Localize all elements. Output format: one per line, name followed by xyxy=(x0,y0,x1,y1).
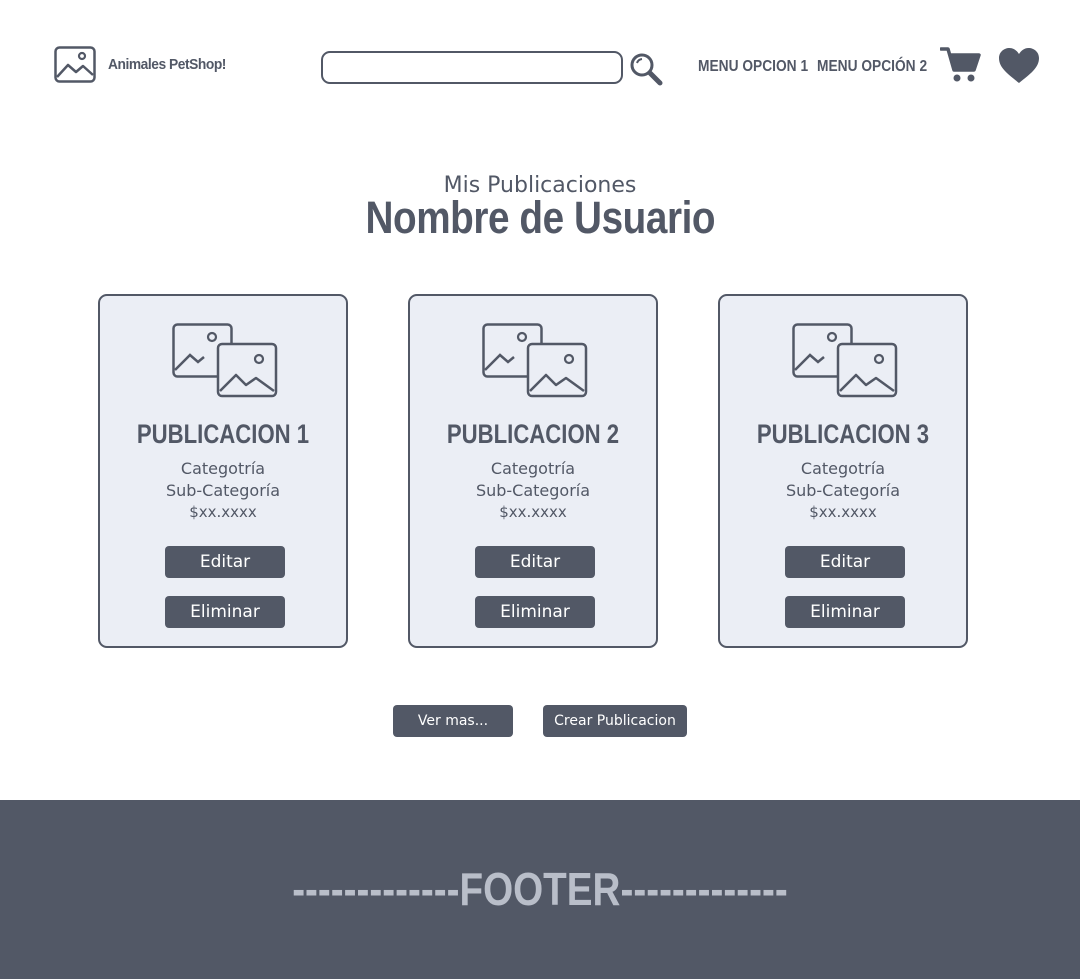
card-price: $xx.xxxx xyxy=(809,503,877,521)
edit-button[interactable]: Editar xyxy=(475,546,595,578)
brand-name[interactable]: Animales PetShop! xyxy=(108,56,226,73)
search-icon[interactable] xyxy=(629,52,663,86)
site-header: Animales PetShop! MENU OPCION 1 MENU OPC… xyxy=(0,0,1080,130)
card-subcategory: Sub-Categoría xyxy=(165,481,281,500)
images-icon xyxy=(172,323,278,398)
edit-button[interactable]: Editar xyxy=(785,546,905,578)
see-more-button[interactable]: Ver mas... xyxy=(393,705,513,737)
edit-button[interactable]: Editar xyxy=(165,546,285,578)
site-footer: -------------FOOTER------------- xyxy=(0,800,1080,979)
card-subcategory: Sub-Categoría xyxy=(785,481,901,500)
card-price: $xx.xxxx xyxy=(189,503,257,521)
card-category: Categotría xyxy=(800,459,886,478)
card-price: $xx.xxxx xyxy=(499,503,567,521)
images-icon xyxy=(482,323,588,398)
menu-option-2[interactable]: MENU OPCIÓN 2 xyxy=(817,58,927,76)
publication-card: PUBLICACION 2 Categotría Sub-Categoría $… xyxy=(408,294,658,648)
cart-icon[interactable] xyxy=(940,45,982,83)
menu-option-1[interactable]: MENU OPCION 1 xyxy=(698,58,808,76)
card-title-wrap: PUBLICACION 1 xyxy=(100,419,346,450)
card-title-wrap: PUBLICACION 2 xyxy=(410,419,656,450)
card-subcategory: Sub-Categoría xyxy=(475,481,591,500)
image-icon[interactable] xyxy=(54,46,96,83)
search-input[interactable] xyxy=(321,51,623,84)
card-category: Categotría xyxy=(490,459,576,478)
footer-text: -------------FOOTER------------- xyxy=(292,863,788,915)
card-title: PUBLICACION 2 xyxy=(446,419,620,449)
publication-card: PUBLICACION 3 Categotría Sub-Categoría $… xyxy=(718,294,968,648)
publication-card: PUBLICACION 1 Categotría Sub-Categoría $… xyxy=(98,294,348,648)
page-title-wrap: Nombre de Usuario xyxy=(0,192,1080,244)
delete-button[interactable]: Eliminar xyxy=(165,596,285,628)
card-title-wrap: PUBLICACION 3 xyxy=(720,419,966,450)
card-title: PUBLICACION 3 xyxy=(756,419,930,449)
images-icon xyxy=(792,323,898,398)
create-publication-button[interactable]: Crear Publicacion xyxy=(543,705,687,737)
card-category: Categotría xyxy=(180,459,266,478)
heart-icon[interactable] xyxy=(998,47,1040,85)
delete-button[interactable]: Eliminar xyxy=(475,596,595,628)
delete-button[interactable]: Eliminar xyxy=(785,596,905,628)
footer-text-wrap: -------------FOOTER------------- xyxy=(0,862,1080,916)
page-title: Nombre de Usuario xyxy=(365,192,715,243)
card-title: PUBLICACION 1 xyxy=(136,419,310,449)
